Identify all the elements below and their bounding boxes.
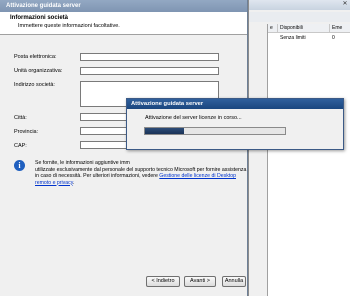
wizard-header: Informazioni società Immettere queste in… <box>0 12 247 35</box>
wizard-title: Attivazione guidata server <box>0 0 247 12</box>
back-button[interactable]: < Indietro <box>146 276 180 287</box>
column-header-1[interactable]: e <box>268 24 278 33</box>
org-unit-label: Unità organizzativa: <box>14 68 63 74</box>
next-button[interactable]: Avanti > <box>184 276 216 287</box>
column-header-available[interactable]: Disponibili <box>278 24 330 33</box>
company-address-label: Indirizzo società: <box>14 82 55 88</box>
column-header-3[interactable]: Eme <box>330 24 350 33</box>
progress-bar-fill <box>145 128 185 134</box>
header-subtitle: Immettere queste informazioni facoltativ… <box>18 23 120 29</box>
background-window-titlebar: ✕ <box>249 0 350 10</box>
province-label: Provincia: <box>14 129 39 135</box>
license-table[interactable]: e Disponibili Eme Senza limiti 0 <box>267 24 350 296</box>
cell-available: Senza limiti <box>280 35 306 41</box>
info-icon: i <box>14 160 25 171</box>
progress-dialog: Attivazione guidata server Attivazione d… <box>126 98 344 150</box>
info-text: Se fornite, le informazioni aggiuntive i… <box>35 160 247 186</box>
background-menustrip <box>249 12 350 22</box>
info-text-line1: Se fornite, le informazioni aggiuntive i… <box>35 160 130 166</box>
email-field[interactable] <box>80 53 219 61</box>
org-unit-field[interactable] <box>80 67 219 75</box>
city-label: Città: <box>14 115 27 121</box>
cancel-button[interactable]: Annulla <box>222 276 246 287</box>
header-title: Informazioni società <box>10 15 69 21</box>
cell-count: 0 <box>332 35 335 41</box>
close-icon[interactable]: ✕ <box>341 1 349 8</box>
progress-message: Attivazione del server licenze in corso.… <box>145 115 242 121</box>
progress-dialog-title: Attivazione guidata server <box>127 99 343 109</box>
email-label: Posta elettronica: <box>14 54 57 60</box>
progress-bar <box>144 127 286 135</box>
zip-label: CAP: <box>14 143 27 149</box>
